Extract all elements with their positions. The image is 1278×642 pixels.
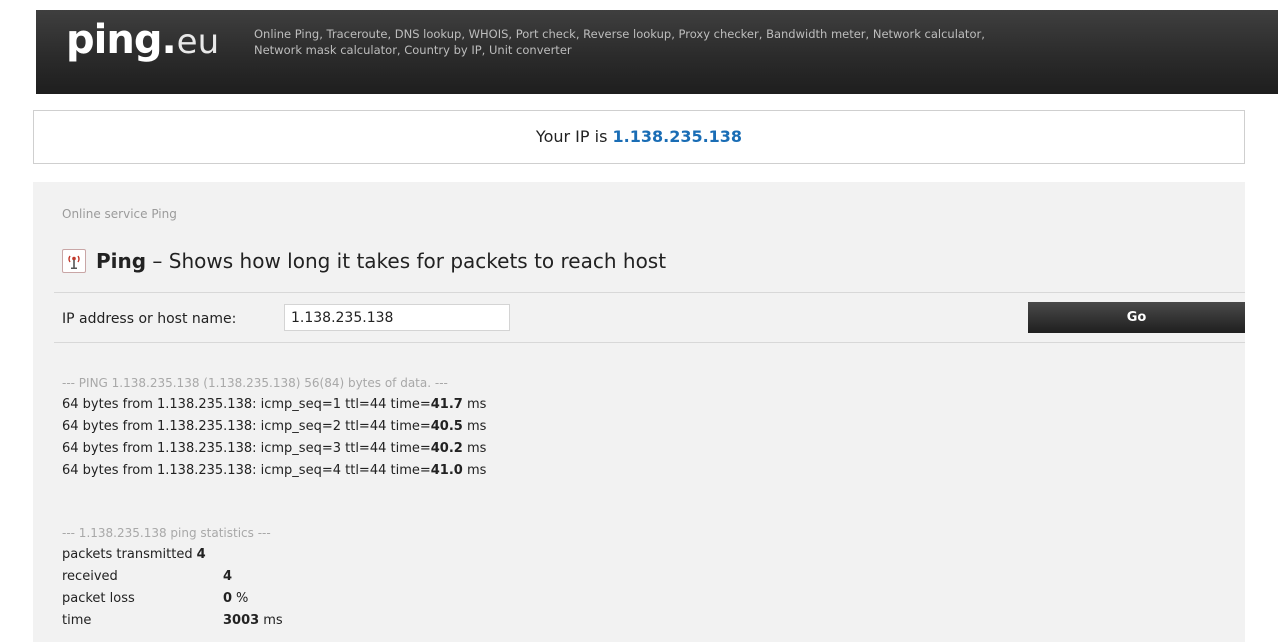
result-line: 64 bytes from 1.138.235.138: icmp_seq=3 …	[62, 438, 486, 460]
result-unit: ms	[466, 397, 487, 412]
result-text: 64 bytes from 1.138.235.138: icmp_seq=2 …	[62, 419, 431, 434]
host-input[interactable]	[284, 304, 510, 331]
nav-link-unit-converter[interactable]: Unit converter	[489, 43, 572, 57]
page-title-description: – Shows how long it takes for packets to…	[146, 249, 667, 273]
result-line: 64 bytes from 1.138.235.138: icmp_seq=1 …	[62, 394, 486, 416]
nav-link-network-mask-calculator[interactable]: Network mask calculator	[254, 43, 397, 57]
site-header: ping.eu Online Ping, Traceroute, DNS loo…	[36, 10, 1278, 94]
stat-label: received	[62, 569, 118, 584]
ip-banner-prefix: Your IP is	[535, 127, 608, 146]
stat-row: received 4	[62, 566, 283, 588]
result-time: 41.0	[430, 463, 463, 478]
divider	[54, 342, 1245, 343]
result-line: 64 bytes from 1.138.235.138: icmp_seq=2 …	[62, 416, 486, 438]
host-input-label: IP address or host name:	[62, 311, 237, 327]
nav-link-port-check[interactable]: Port check	[516, 27, 576, 41]
nav-link-whois[interactable]: WHOIS	[469, 27, 509, 41]
result-text: 64 bytes from 1.138.235.138: icmp_seq=3 …	[62, 441, 431, 456]
antenna-icon	[62, 249, 86, 273]
nav-link-proxy-checker[interactable]: Proxy checker	[679, 27, 759, 41]
result-unit: ms	[466, 441, 487, 456]
stat-row: packet loss 0 %	[62, 588, 283, 610]
stat-value: 4	[196, 547, 206, 562]
stat-row: packets transmitted 4	[62, 544, 283, 566]
logo-text: ping	[66, 17, 162, 63]
go-button[interactable]: Go	[1028, 302, 1245, 333]
nav-link-reverse-lookup[interactable]: Reverse lookup	[583, 27, 671, 41]
stat-label: time	[62, 613, 92, 628]
stat-unit: %	[236, 591, 249, 606]
result-unit: ms	[466, 463, 487, 478]
header-nav: Online Ping, Traceroute, DNS lookup, WHO…	[254, 27, 985, 57]
logo-tld: eu	[176, 22, 220, 62]
ping-panel: Online service Ping Ping – Shows how lon…	[33, 182, 1245, 642]
page-title-strong: Ping	[96, 249, 147, 273]
nav-link-traceroute[interactable]: Traceroute	[327, 27, 388, 41]
result-unit: ms	[466, 419, 487, 434]
stat-value: 0	[223, 591, 233, 606]
statistics-header: --- 1.138.235.138 ping statistics ---	[62, 526, 271, 540]
result-text: 64 bytes from 1.138.235.138: icmp_seq=4 …	[62, 463, 431, 478]
stat-label: packets transmitted	[62, 547, 193, 562]
stat-unit: ms	[263, 613, 283, 628]
nav-link-network-calculator[interactable]: Network calculator	[873, 27, 981, 41]
stat-label: packet loss	[62, 591, 135, 606]
page-title-row: Ping – Shows how long it takes for packe…	[62, 246, 666, 276]
result-line: 64 bytes from 1.138.235.138: icmp_seq=4 …	[62, 460, 486, 482]
ping-statistics: --- 1.138.235.138 ping statistics --- pa…	[62, 522, 283, 632]
divider	[54, 292, 1245, 293]
result-time: 40.5	[430, 419, 463, 434]
ip-banner: Your IP is 1.138.235.138	[33, 110, 1245, 164]
ping-results: --- PING 1.138.235.138 (1.138.235.138) 5…	[62, 372, 486, 482]
result-time: 41.7	[430, 397, 463, 412]
results-header: --- PING 1.138.235.138 (1.138.235.138) 5…	[62, 376, 448, 390]
nav-link-country-by-ip[interactable]: Country by IP	[404, 43, 481, 57]
breadcrumb: Online service Ping	[62, 207, 177, 221]
stat-row: time 3003 ms	[62, 610, 283, 632]
nav-link-dns-lookup[interactable]: DNS lookup	[395, 27, 462, 41]
stat-value: 4	[223, 569, 233, 584]
result-text: 64 bytes from 1.138.235.138: icmp_seq=1 …	[62, 397, 431, 412]
nav-link-online-ping[interactable]: Online Ping	[254, 27, 319, 41]
logo-dot: .	[161, 17, 177, 63]
stat-value: 3003	[223, 613, 260, 628]
page-title: Ping – Shows how long it takes for packe…	[96, 249, 666, 273]
site-logo[interactable]: ping.eu	[66, 20, 219, 60]
ip-address[interactable]: 1.138.235.138	[613, 127, 743, 146]
nav-link-bandwidth-meter[interactable]: Bandwidth meter	[766, 27, 865, 41]
result-time: 40.2	[430, 441, 463, 456]
